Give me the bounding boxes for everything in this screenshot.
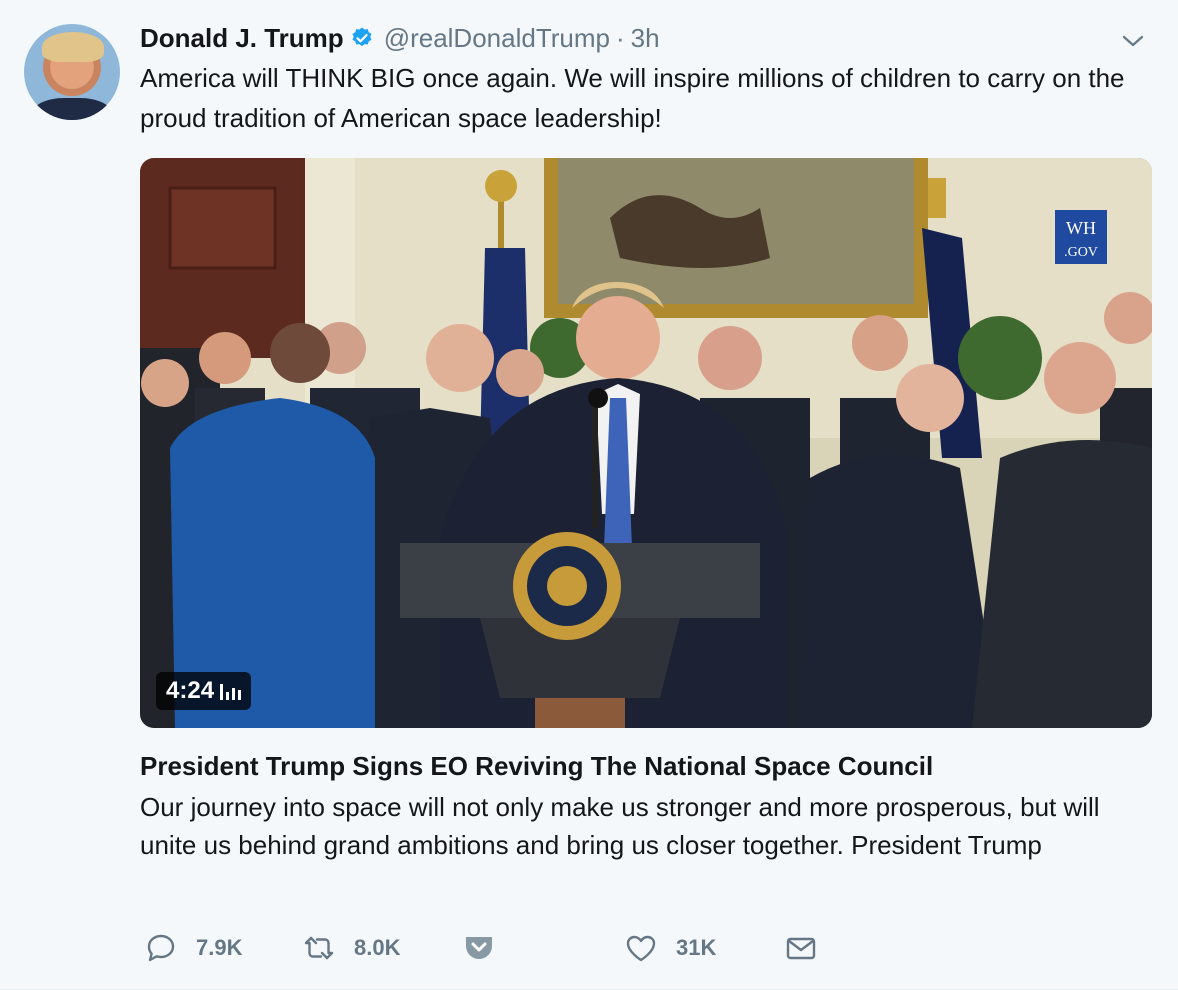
avatar-suit [32,98,112,120]
dm-icon [786,937,816,960]
separator-dot: · [615,22,625,53]
avatar-hair [42,32,104,62]
author-name[interactable]: Donald J. Trump [140,23,344,54]
pocket-icon [466,937,492,959]
verified-badge-icon [350,26,374,50]
tweet-time[interactable]: 3h [631,23,660,54]
views-bars-icon [220,682,242,700]
watermark-gov: .GOV [1064,245,1098,260]
tweet[interactable]: Donald J. Trump @realDonaldTrump · 3h Am… [0,0,1178,990]
video-player[interactable]: WH .GOV 4:24 [140,158,1152,728]
direct-message-button[interactable] [784,928,818,968]
like-button[interactable]: 31K [624,928,716,968]
author-handle[interactable]: @realDonaldTrump [384,23,610,54]
tweet-actions: 7.9K 8.0K 31K [140,928,1154,968]
video-thumbnail: WH .GOV [140,158,1152,728]
retweet-button[interactable]: 8.0K [302,928,400,968]
pocket-button[interactable] [462,928,496,968]
video-duration: 4:24 [156,672,252,710]
reply-icon [147,934,175,962]
tweet-content: Donald J. Trump @realDonaldTrump · 3h Am… [140,18,1154,962]
tweet-text: America will THINK BIG once again. We wi… [140,63,1125,133]
reply-button[interactable]: 7.9K [144,928,242,968]
reply-count: 7.9K [196,935,243,960]
watermark-wh: WH [1066,218,1096,238]
avatar[interactable] [24,24,120,120]
like-icon [626,935,656,962]
tweet-header: Donald J. Trump @realDonaldTrump · 3h [140,18,1154,58]
card-title[interactable]: President Trump Signs EO Reviving The Na… [140,746,933,786]
duration-text: 4:24 [166,677,215,704]
retweet-icon [304,936,334,960]
retweet-count: 8.0K [354,935,401,960]
chevron-down-icon[interactable] [1118,26,1148,56]
card-description: Our journey into space will not only mak… [140,792,1100,860]
like-count: 31K [676,935,717,960]
